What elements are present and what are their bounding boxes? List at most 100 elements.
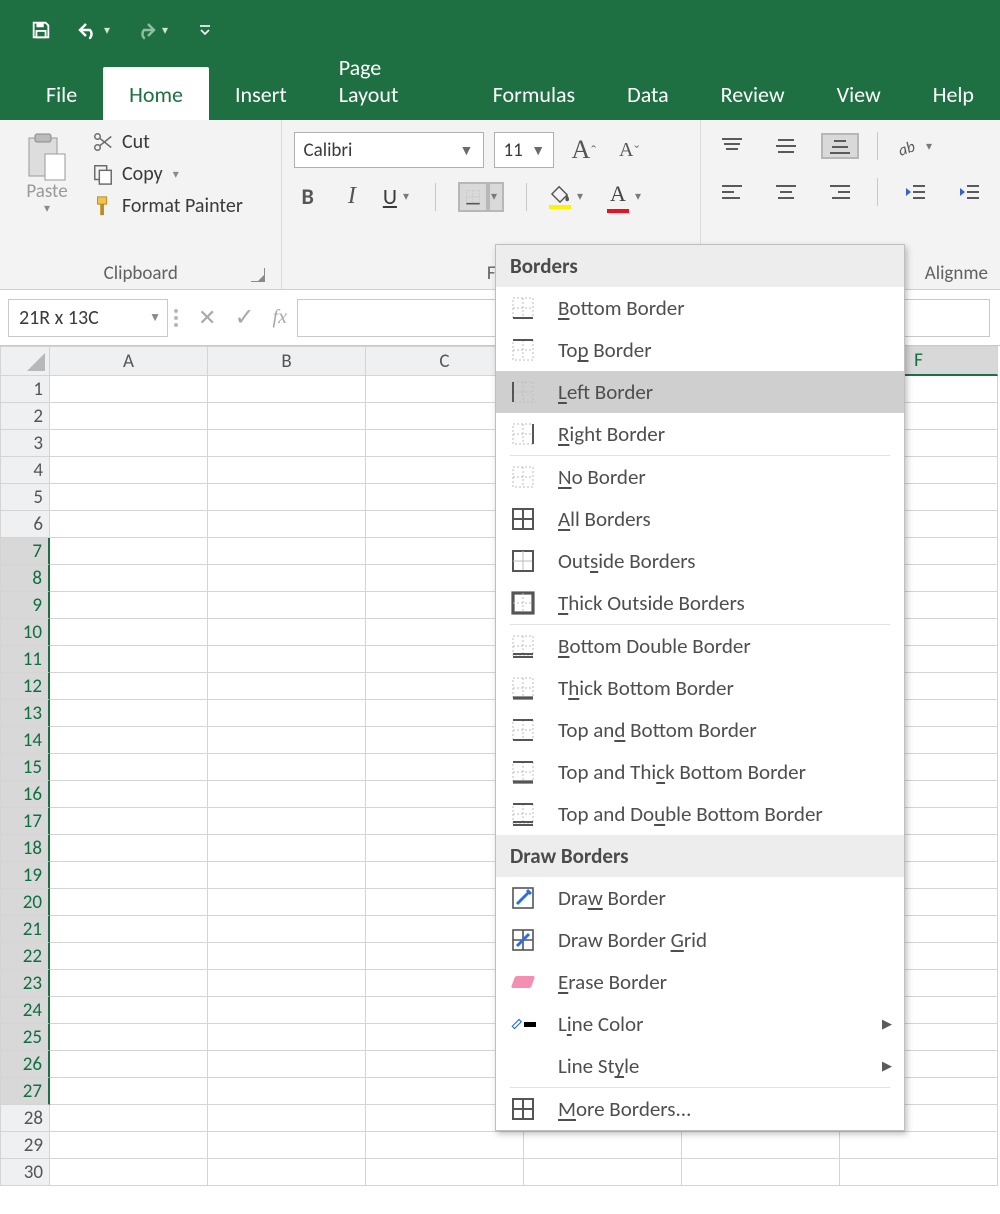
- align-right-button[interactable]: [821, 179, 859, 205]
- cell[interactable]: [50, 457, 208, 484]
- align-bottom-button[interactable]: [821, 133, 859, 159]
- cell[interactable]: [50, 700, 208, 727]
- cell[interactable]: [208, 538, 366, 565]
- font-name-combo[interactable]: Calibri ▼: [294, 132, 484, 168]
- row-header-19[interactable]: 19: [0, 862, 50, 889]
- save-button[interactable]: [30, 19, 52, 41]
- cell[interactable]: [50, 916, 208, 943]
- cell[interactable]: [208, 619, 366, 646]
- cell[interactable]: [208, 1159, 366, 1186]
- column-header-B[interactable]: B: [208, 346, 366, 376]
- cell[interactable]: [50, 1159, 208, 1186]
- row-header-14[interactable]: 14: [0, 727, 50, 754]
- row-header-15[interactable]: 15: [0, 754, 50, 781]
- cell[interactable]: [840, 1132, 998, 1159]
- cell[interactable]: [208, 430, 366, 457]
- cell[interactable]: [50, 862, 208, 889]
- cell[interactable]: [50, 1024, 208, 1051]
- row-header-6[interactable]: 6: [0, 511, 50, 538]
- redo-button[interactable]: ▾: [134, 20, 168, 40]
- chevron-down-icon[interactable]: ▼: [531, 142, 546, 159]
- tab-formulas[interactable]: Formulas: [467, 67, 601, 120]
- underline-button[interactable]: U ▾: [383, 183, 413, 210]
- font-size-combo[interactable]: 11 ▼: [494, 132, 554, 168]
- tab-data[interactable]: Data: [601, 67, 695, 120]
- menu-item-left[interactable]: Left Border: [496, 371, 904, 413]
- tab-view[interactable]: View: [811, 67, 907, 120]
- row-header-12[interactable]: 12: [0, 673, 50, 700]
- cell[interactable]: [208, 727, 366, 754]
- column-header-A[interactable]: A: [50, 346, 208, 376]
- cell[interactable]: [208, 565, 366, 592]
- cell[interactable]: [50, 1078, 208, 1105]
- cell[interactable]: [50, 997, 208, 1024]
- cell[interactable]: [50, 673, 208, 700]
- menu-item-line-color[interactable]: Line Color: [496, 1003, 904, 1045]
- row-header-26[interactable]: 26: [0, 1051, 50, 1078]
- row-header-13[interactable]: 13: [0, 700, 50, 727]
- orientation-button[interactable]: ab ▾: [896, 135, 936, 157]
- row-header-29[interactable]: 29: [0, 1132, 50, 1159]
- fill-color-button[interactable]: ▾: [549, 185, 587, 209]
- row-header-1[interactable]: 1: [0, 376, 50, 403]
- cell[interactable]: [524, 1132, 682, 1159]
- chevron-down-icon[interactable]: ▾: [920, 139, 936, 154]
- name-box[interactable]: 21R x 13C ▼: [8, 299, 168, 337]
- customize-qat-button[interactable]: [198, 23, 212, 37]
- cell[interactable]: [208, 862, 366, 889]
- row-header-27[interactable]: 27: [0, 1078, 50, 1105]
- tab-home[interactable]: Home: [103, 67, 209, 120]
- menu-item-draw[interactable]: Draw Border: [496, 877, 904, 919]
- increase-font-size-button[interactable]: Aˆ: [564, 132, 601, 168]
- align-left-button[interactable]: [713, 179, 751, 205]
- row-header-25[interactable]: 25: [0, 1024, 50, 1051]
- border-icon[interactable]: [458, 182, 488, 212]
- menu-item-more[interactable]: More Borders...: [496, 1088, 904, 1130]
- cell[interactable]: [50, 1051, 208, 1078]
- cell[interactable]: [208, 808, 366, 835]
- menu-item-thick-outside[interactable]: Thick Outside Borders: [496, 582, 904, 624]
- menu-item-bottom-double[interactable]: Bottom Double Border: [496, 625, 904, 667]
- row-header-9[interactable]: 9: [0, 592, 50, 619]
- row-header-5[interactable]: 5: [0, 484, 50, 511]
- tab-help[interactable]: Help: [907, 67, 1000, 120]
- cell[interactable]: [208, 376, 366, 403]
- cell[interactable]: [50, 970, 208, 997]
- cell[interactable]: [208, 646, 366, 673]
- increase-indent-button[interactable]: [950, 179, 988, 205]
- tab-review[interactable]: Review: [695, 67, 811, 120]
- cell[interactable]: [208, 835, 366, 862]
- row-header-2[interactable]: 2: [0, 403, 50, 430]
- cell[interactable]: [50, 538, 208, 565]
- cell[interactable]: [208, 889, 366, 916]
- chevron-down-icon[interactable]: ▾: [629, 189, 645, 204]
- cell[interactable]: [208, 754, 366, 781]
- chevron-down-icon[interactable]: ▼: [149, 310, 161, 325]
- bold-button[interactable]: B: [294, 180, 320, 213]
- insert-function-button[interactable]: fx: [273, 306, 287, 329]
- cell[interactable]: [50, 727, 208, 754]
- enter-formula-button[interactable]: ✓: [234, 303, 254, 332]
- row-header-7[interactable]: 7: [0, 538, 50, 565]
- row-header-4[interactable]: 4: [0, 457, 50, 484]
- cell[interactable]: [50, 1105, 208, 1132]
- align-center-button[interactable]: [767, 179, 805, 205]
- cell[interactable]: [208, 457, 366, 484]
- row-header-10[interactable]: 10: [0, 619, 50, 646]
- cell[interactable]: [50, 835, 208, 862]
- copy-button[interactable]: Copy ▾: [92, 162, 243, 186]
- cell[interactable]: [366, 1132, 524, 1159]
- row-header-24[interactable]: 24: [0, 997, 50, 1024]
- row-header-23[interactable]: 23: [0, 970, 50, 997]
- cell[interactable]: [50, 430, 208, 457]
- cell[interactable]: [50, 943, 208, 970]
- cell[interactable]: [208, 916, 366, 943]
- menu-item-line-style[interactable]: Line Style: [496, 1045, 904, 1087]
- cell[interactable]: [208, 673, 366, 700]
- chevron-down-icon[interactable]: ▾: [162, 23, 168, 38]
- chevron-down-icon[interactable]: ▾: [104, 23, 110, 38]
- cell[interactable]: [208, 970, 366, 997]
- cell[interactable]: [208, 943, 366, 970]
- cell[interactable]: [524, 1159, 682, 1186]
- row-header-20[interactable]: 20: [0, 889, 50, 916]
